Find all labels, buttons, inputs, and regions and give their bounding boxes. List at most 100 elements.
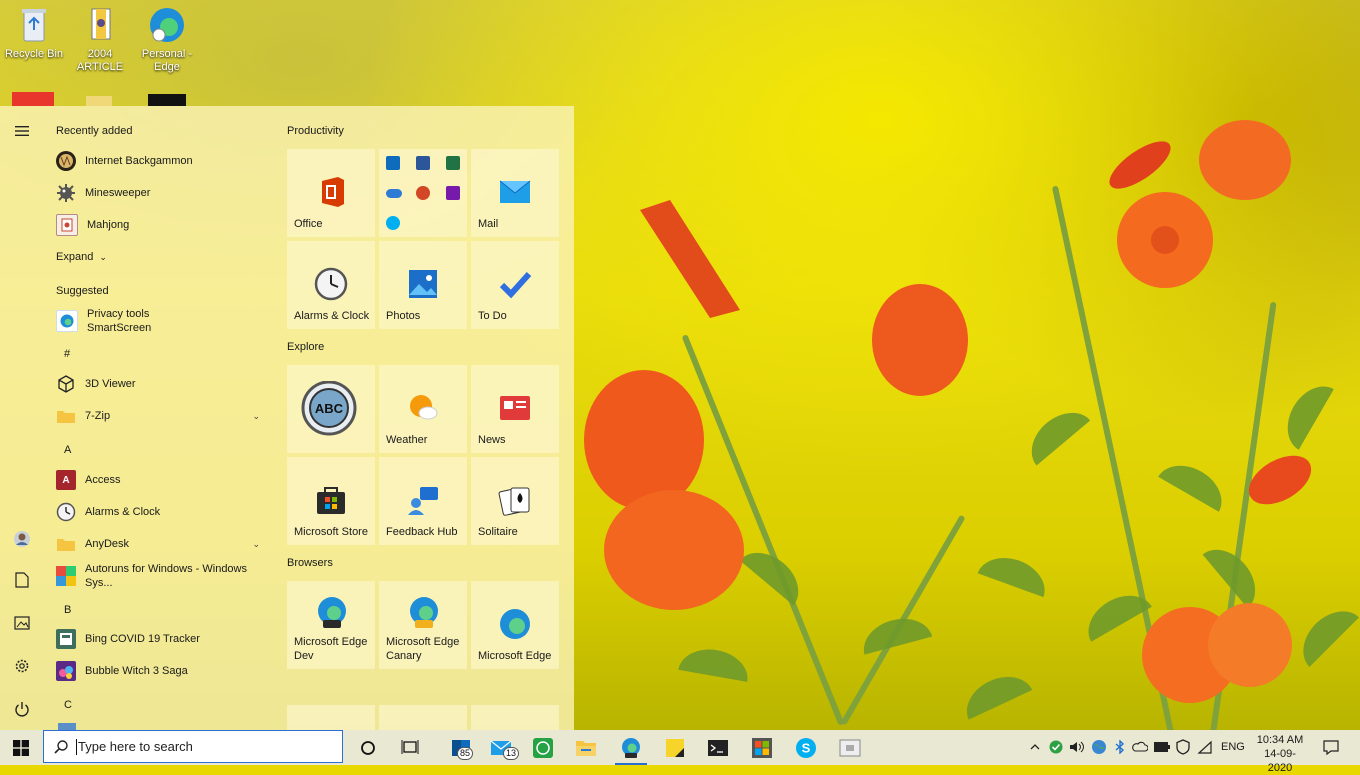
taskbar-app-sticky-notes[interactable] (655, 730, 695, 765)
windows-icon (13, 739, 29, 756)
tile-microsoft-edge[interactable]: Microsoft Edge (471, 581, 559, 669)
feedback-hub-icon (406, 483, 440, 517)
settings-button[interactable] (8, 652, 36, 680)
taskbar-app-mail[interactable]: 13 (481, 730, 521, 765)
app-item-access[interactable]: A Access (56, 466, 270, 494)
chevron-down-icon[interactable]: ⌄ (252, 539, 260, 550)
documents-button[interactable] (8, 566, 36, 594)
start-button[interactable] (1, 730, 41, 765)
taskbar-app-generic[interactable] (830, 730, 870, 765)
app-item-internet-backgammon[interactable]: Internet Backgammon (56, 147, 270, 175)
clock-date: 14-09-2020 (1264, 748, 1296, 774)
app-label: Bubble Witch 3 Saga (85, 665, 188, 677)
tile-label: Office (294, 218, 323, 230)
wallpaper-leaf (857, 611, 933, 655)
power-button[interactable] (8, 695, 36, 723)
volume-icon[interactable] (1069, 739, 1085, 755)
tile-microsoft-edge-canary[interactable]: Microsoft Edge Canary (379, 581, 467, 669)
input-language[interactable]: ENG (1221, 741, 1245, 753)
tile-label: Weather (386, 434, 428, 446)
shield-icon[interactable] (1175, 739, 1191, 755)
taskbar-clock[interactable]: 10:34 AM 14-09-2020 (1252, 733, 1308, 775)
app-item-alarms-clock[interactable]: Alarms & Clock (56, 498, 270, 526)
tile-photos[interactable]: Photos (379, 241, 467, 329)
app-item-minesweeper[interactable]: Minesweeper (56, 179, 270, 207)
taskbar-app-microsoft-store[interactable] (742, 730, 782, 765)
letter-header-b[interactable]: B (64, 604, 71, 616)
tile-abc-app[interactable]: ABC (287, 365, 375, 453)
desktop-icon-recycle-bin[interactable]: Recycle Bin (1, 5, 67, 61)
user-avatar-button[interactable] (8, 525, 36, 553)
cortana-button[interactable] (348, 730, 388, 765)
tile-partial[interactable] (287, 705, 375, 730)
battery-icon[interactable] (1154, 739, 1170, 755)
tile-alarms-clock[interactable]: Alarms & Clock (287, 241, 375, 329)
desktop-icon-label: Recycle Bin (4, 48, 64, 60)
tile-label: Alarms & Clock (294, 310, 370, 322)
bubble-witch-icon (56, 661, 76, 681)
app-label-line1: Privacy tools (87, 308, 150, 320)
desktop-icon-partial[interactable] (86, 96, 112, 106)
tile-solitaire[interactable]: Solitaire (471, 457, 559, 545)
group-label-browsers[interactable]: Browsers (287, 557, 333, 569)
tile-label: Microsoft Edge Dev (294, 635, 374, 663)
taskbar-app-terminal[interactable] (698, 730, 738, 765)
taskbar-app-outlook[interactable]: 85 (441, 730, 481, 765)
group-label-explore[interactable]: Explore (287, 341, 324, 353)
hamburger-menu-button[interactable] (8, 117, 36, 145)
tile-microsoft-store[interactable]: Microsoft Store (287, 457, 375, 545)
letter-header-a[interactable]: A (64, 444, 71, 456)
chevron-down-icon[interactable]: ⌄ (252, 411, 260, 422)
tile-weather[interactable]: Weather (379, 365, 467, 453)
wifi-icon[interactable] (1197, 739, 1213, 755)
taskbar-app-skype[interactable]: S (786, 730, 826, 765)
expand-button[interactable]: Expand ⌄ (56, 243, 270, 271)
tile-to-do[interactable]: To Do (471, 241, 559, 329)
pictures-button[interactable] (8, 609, 36, 637)
desktop-icon-partial[interactable] (148, 94, 186, 106)
bluetooth-icon[interactable] (1112, 739, 1128, 755)
app-item-partial[interactable] (58, 723, 76, 730)
taskbar-app-edge-dev[interactable] (611, 730, 651, 765)
letter-header-hash[interactable]: # (64, 348, 70, 360)
app-label: Mahjong (87, 219, 130, 231)
desktop-icon-2004-article[interactable]: 2004 ARTICLE (67, 5, 133, 74)
tile-news[interactable]: News (471, 365, 559, 453)
app-item-autoruns[interactable]: Autoruns for Windows - Windows Sys... (56, 562, 270, 590)
taskbar-app-whatsapp[interactable] (523, 730, 563, 765)
word-icon (416, 156, 430, 170)
onedrive-cloud-icon[interactable] (1132, 739, 1148, 755)
backgammon-icon (56, 151, 76, 171)
app-item-bing-covid[interactable]: Bing COVID 19 Tracker (56, 625, 270, 653)
app-item-3d-viewer[interactable]: 3D Viewer (56, 370, 270, 398)
tile-feedback-hub[interactable]: Feedback Hub (379, 457, 467, 545)
desktop-icon-partial[interactable] (12, 92, 54, 106)
onenote-icon (446, 186, 460, 200)
app-item-bubble-witch[interactable]: Bubble Witch 3 Saga (56, 657, 270, 685)
whatsapp-icon (533, 737, 553, 758)
desktop-icon-personal-edge[interactable]: Personal - Edge (134, 5, 200, 74)
app-item-anydesk[interactable]: AnyDesk ⌄ (56, 530, 270, 558)
app-item-privacy-tools[interactable]: Privacy tools SmartScreen (56, 306, 270, 336)
letter-header-c[interactable]: C (64, 699, 72, 711)
security-check-icon[interactable] (1048, 739, 1064, 755)
search-box[interactable]: Type here to search (43, 730, 343, 763)
tray-overflow-chevron-up-icon[interactable] (1027, 739, 1043, 755)
tile-office[interactable]: Office (287, 149, 375, 237)
tile-mail[interactable]: Mail (471, 149, 559, 237)
taskbar-app-file-explorer[interactable] (566, 730, 606, 765)
app-label-line2: SmartScreen (87, 322, 152, 334)
tile-label: Microsoft Edge (478, 650, 552, 662)
tile-office-apps-folder[interactable] (379, 149, 467, 237)
group-label-productivity[interactable]: Productivity (287, 125, 344, 137)
photos-icon (406, 267, 440, 301)
globe-network-icon[interactable] (1091, 739, 1107, 755)
app-item-7-zip[interactable]: 7-Zip ⌄ (56, 402, 270, 430)
tile-partial[interactable] (379, 705, 467, 730)
tile-microsoft-edge-dev[interactable]: Microsoft Edge Dev (287, 581, 375, 669)
app-item-mahjong[interactable]: Mahjong (56, 211, 270, 239)
action-center-icon[interactable] (1323, 739, 1339, 755)
tile-partial[interactable] (471, 705, 559, 730)
task-view-button[interactable] (390, 730, 430, 765)
task-view-icon (401, 739, 419, 754)
